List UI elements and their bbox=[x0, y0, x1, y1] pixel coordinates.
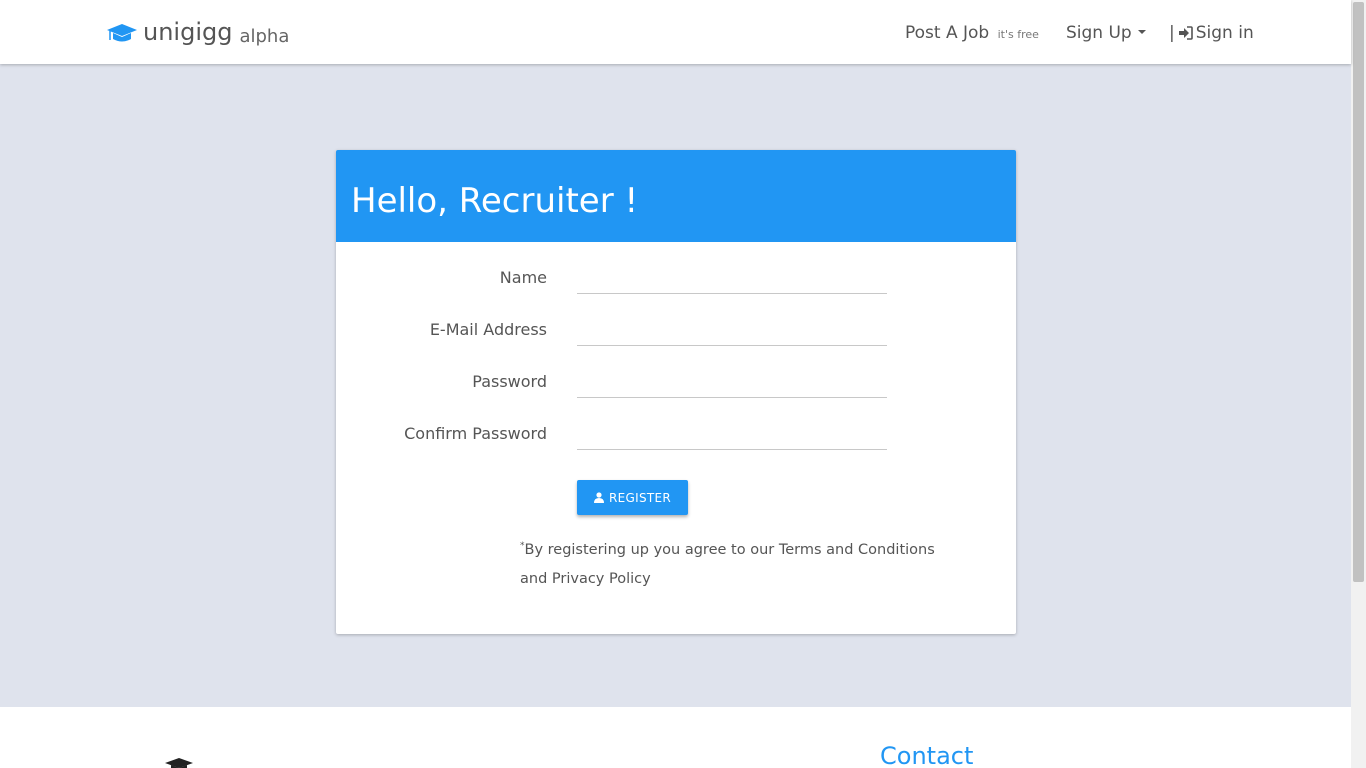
name-label: Name bbox=[499, 268, 547, 287]
graduation-cap-icon bbox=[107, 24, 137, 42]
email-input[interactable] bbox=[577, 318, 887, 346]
email-label: E-Mail Address bbox=[429, 320, 547, 339]
register-label: REGISTER bbox=[608, 490, 672, 505]
terms-notice: *By registering up you agree to our Term… bbox=[520, 532, 940, 594]
card-header: Hello, Recruiter ! bbox=[336, 150, 1016, 242]
name-row: Name bbox=[336, 258, 1016, 298]
sign-in-link[interactable]: | Sign in bbox=[1169, 22, 1254, 44]
sign-in-label: Sign in bbox=[1195, 23, 1254, 43]
nav-separator: | bbox=[1169, 23, 1175, 43]
confirm-password-label: Confirm Password bbox=[404, 424, 547, 443]
brand-logo[interactable]: unigigg alpha bbox=[106, 18, 289, 47]
terms-line-1: By registering up you agree to our Terms… bbox=[524, 541, 935, 558]
register-card: Hello, Recruiter ! Name E-Mail Address P… bbox=[336, 150, 1016, 634]
brand-tag: alpha bbox=[239, 26, 290, 47]
confirm-password-row: Confirm Password bbox=[336, 414, 1016, 454]
sign-up-dropdown[interactable]: Sign Up bbox=[1066, 22, 1146, 44]
scrollbar-thumb[interactable] bbox=[1353, 2, 1364, 582]
card-title: Hello, Recruiter ! bbox=[351, 181, 639, 221]
email-row: E-Mail Address bbox=[336, 310, 1016, 350]
password-input[interactable] bbox=[577, 370, 887, 398]
post-job-label: Post A Job bbox=[905, 23, 990, 43]
password-row: Password bbox=[336, 362, 1016, 402]
page-scrollbar[interactable] bbox=[1351, 0, 1366, 768]
register-button[interactable]: REGISTER bbox=[577, 480, 688, 515]
footer: Contact bbox=[0, 707, 1351, 768]
confirm-password-input[interactable] bbox=[577, 422, 887, 450]
terms-line-2: and Privacy Policy bbox=[520, 570, 651, 587]
caret-down-icon bbox=[1137, 30, 1146, 34]
name-input[interactable] bbox=[577, 266, 887, 294]
top-navbar: unigigg alpha Post A Job it's free Sign … bbox=[0, 0, 1351, 64]
contact-heading: Contact bbox=[880, 742, 974, 768]
post-job-link[interactable]: Post A Job it's free bbox=[905, 22, 1039, 46]
sign-up-label: Sign Up bbox=[1066, 23, 1132, 43]
sign-in-icon bbox=[1178, 26, 1193, 40]
graduation-cap-icon bbox=[165, 758, 193, 768]
brand-name: unigigg bbox=[143, 18, 233, 46]
password-label: Password bbox=[472, 372, 547, 391]
user-icon bbox=[593, 492, 604, 503]
post-job-note: it's free bbox=[997, 28, 1039, 41]
